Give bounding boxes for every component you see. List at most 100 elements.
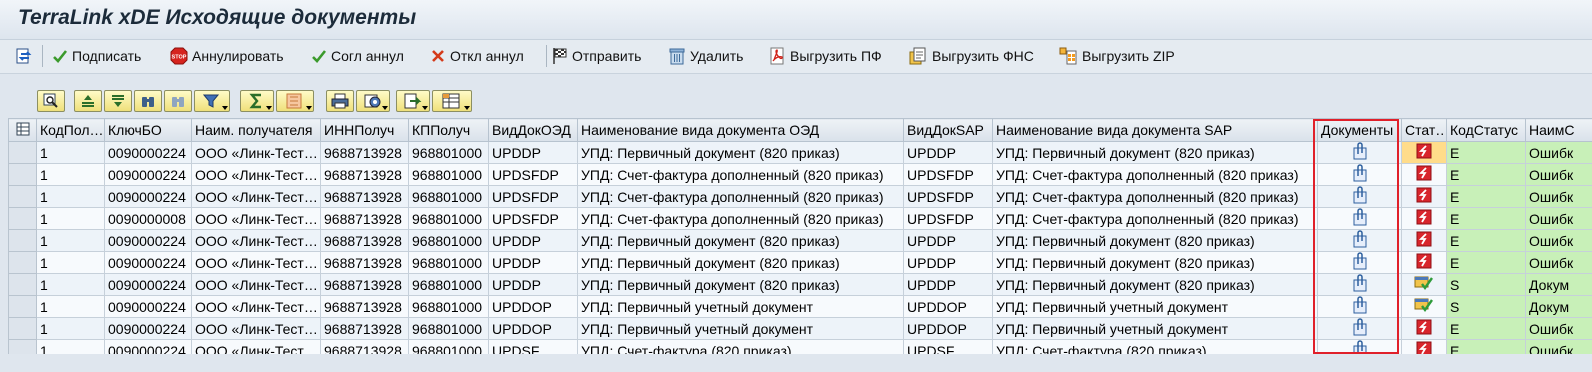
column-header-key[interactable]: КлючБО xyxy=(104,118,192,142)
table-row[interactable]: 1 0090000224 ООО «Линк-Тест… 9688713928 … xyxy=(8,141,1592,164)
sort-descending-button[interactable] xyxy=(104,90,132,112)
export-pdf-button[interactable]: Выгрузить ПФ xyxy=(768,45,882,67)
column-header-type-sap[interactable]: ВидДокSAP xyxy=(903,118,993,142)
sort-ascending-button[interactable] xyxy=(74,90,102,112)
column-header-recipient-name[interactable]: Наим. получателя xyxy=(191,118,321,142)
attachment-icon[interactable] xyxy=(1352,296,1368,314)
details-button[interactable] xyxy=(37,90,65,112)
cell-inn: 9688713928 xyxy=(320,163,409,186)
column-header-status-code[interactable]: КодСтатус xyxy=(1446,118,1526,142)
cell-recipient-code: 1 xyxy=(36,163,105,186)
annul-button[interactable]: STOP Аннулировать xyxy=(170,45,284,67)
table-row[interactable]: 1 0090000224 ООО «Линк-Тест… 9688713928 … xyxy=(8,229,1592,252)
table-row[interactable]: 1 0090000224 ООО «Линк-Тест… 9688713928 … xyxy=(8,273,1592,296)
reject-annul-button[interactable]: Откл аннул xyxy=(430,45,524,67)
row-selector[interactable] xyxy=(8,339,37,354)
table-row[interactable]: 1 0090000224 ООО «Линк-Тест… 9688713928 … xyxy=(8,317,1592,340)
table-row[interactable]: 1 0090000224 ООО «Линк-Тест… 9688713928 … xyxy=(8,339,1592,354)
attachment-icon[interactable] xyxy=(1352,142,1368,160)
attachment-icon[interactable] xyxy=(1352,274,1368,292)
filter-button[interactable] xyxy=(194,90,230,112)
export-zip-label: Выгрузить ZIP xyxy=(1082,48,1175,64)
cell-status[interactable] xyxy=(1401,251,1447,274)
row-selector[interactable] xyxy=(8,273,37,296)
row-selector[interactable] xyxy=(8,251,37,274)
views-button[interactable] xyxy=(356,90,390,112)
cell-status[interactable] xyxy=(1401,207,1447,230)
export-grid-button[interactable] xyxy=(396,90,430,112)
attachment-icon[interactable] xyxy=(1352,318,1368,336)
cell-status[interactable] xyxy=(1401,229,1447,252)
cell-documents[interactable] xyxy=(1317,163,1402,186)
cell-status[interactable] xyxy=(1401,185,1447,208)
send-button[interactable]: Отправить xyxy=(552,45,641,67)
attachment-icon[interactable] xyxy=(1352,252,1368,270)
cell-documents[interactable] xyxy=(1317,207,1402,230)
attachment-icon[interactable] xyxy=(1352,340,1368,354)
sign-button[interactable]: Подписать xyxy=(52,45,141,67)
cell-name-oed: УПД: Счет-фактура дополненный (820 прика… xyxy=(577,163,904,186)
row-selector[interactable] xyxy=(8,163,37,186)
row-selector[interactable] xyxy=(8,185,37,208)
table-row[interactable]: 1 0090000224 ООО «Линк-Тест… 9688713928 … xyxy=(8,295,1592,318)
find-button[interactable] xyxy=(134,90,162,112)
export-fns-button[interactable]: Выгрузить ФНС xyxy=(908,45,1034,67)
row-selector[interactable] xyxy=(8,295,37,318)
column-header-recipient-code[interactable]: КодПол… xyxy=(36,118,105,142)
row-selector[interactable] xyxy=(8,141,37,164)
delete-button[interactable]: Удалить xyxy=(668,45,743,67)
table-row[interactable]: 1 0090000224 ООО «Линк-Тест… 9688713928 … xyxy=(8,163,1592,186)
cell-documents[interactable] xyxy=(1317,185,1402,208)
column-header-kpp[interactable]: КППолуч xyxy=(408,118,489,142)
column-header-documents[interactable]: Документы xyxy=(1317,118,1402,142)
attachment-icon[interactable] xyxy=(1352,230,1368,248)
layout-button[interactable] xyxy=(432,90,472,112)
column-header-inn[interactable]: ИННПолуч xyxy=(320,118,409,142)
subtotal-button[interactable] xyxy=(276,90,314,112)
cell-type-oed: UPDSFDP xyxy=(488,163,578,186)
cell-documents[interactable] xyxy=(1317,251,1402,274)
find-next-button[interactable] xyxy=(164,90,192,112)
row-selector[interactable] xyxy=(8,317,37,340)
cell-documents[interactable] xyxy=(1317,317,1402,340)
table-row[interactable]: 1 0090000224 ООО «Линк-Тест… 9688713928 … xyxy=(8,251,1592,274)
cell-documents[interactable] xyxy=(1317,229,1402,252)
column-header-type-oed[interactable]: ВидДокОЭД xyxy=(488,118,578,142)
cell-name-sap: УПД: Первичный документ (820 приказ) xyxy=(992,229,1318,252)
column-header-name-sap[interactable]: Наименование вида документа SAP xyxy=(992,118,1318,142)
cell-recipient-name: ООО «Линк-Тест… xyxy=(191,141,321,164)
attachment-icon[interactable] xyxy=(1352,164,1368,182)
column-header-status[interactable]: Стат… xyxy=(1401,118,1447,142)
cell-status[interactable] xyxy=(1401,317,1447,340)
cell-documents[interactable] xyxy=(1317,141,1402,164)
cell-documents[interactable] xyxy=(1317,273,1402,296)
sigma-icon xyxy=(249,93,261,109)
cell-status[interactable] xyxy=(1401,273,1447,296)
cell-type-oed: UPDDOP xyxy=(488,317,578,340)
row-selector[interactable] xyxy=(8,207,37,230)
print-button[interactable] xyxy=(326,90,354,112)
cell-recipient-code: 1 xyxy=(36,317,105,340)
cell-kpp: 968801000 xyxy=(408,207,489,230)
agree-annul-button[interactable]: Согл аннул xyxy=(311,45,404,67)
attachment-icon[interactable] xyxy=(1352,186,1368,204)
attachment-icon[interactable] xyxy=(1352,208,1368,226)
column-header-status-name[interactable]: НаимС xyxy=(1525,118,1592,142)
cell-inn: 9688713928 xyxy=(320,251,409,274)
column-header-name-oed[interactable]: Наименование вида документа ОЭД xyxy=(577,118,904,142)
export-zip-button[interactable]: Выгрузить ZIP xyxy=(1058,45,1175,67)
table-row[interactable]: 1 0090000008 ООО «Линк-Тест… 9688713928 … xyxy=(8,207,1592,230)
select-all-corner[interactable] xyxy=(8,118,37,142)
cell-status[interactable] xyxy=(1401,141,1447,164)
cell-documents[interactable] xyxy=(1317,339,1402,354)
table-row[interactable]: 1 0090000224 ООО «Линк-Тест… 9688713928 … xyxy=(8,185,1592,208)
cell-status[interactable] xyxy=(1401,339,1447,354)
sum-button[interactable] xyxy=(240,90,274,112)
cell-documents[interactable] xyxy=(1317,295,1402,318)
refresh-button[interactable] xyxy=(14,45,34,67)
cell-recipient-name: ООО «Линк-Тест… xyxy=(191,251,321,274)
cell-status[interactable] xyxy=(1401,163,1447,186)
cell-status[interactable] xyxy=(1401,295,1447,318)
cell-name-oed: УПД: Счет-фактура (820 приказ) xyxy=(577,339,904,354)
row-selector[interactable] xyxy=(8,229,37,252)
